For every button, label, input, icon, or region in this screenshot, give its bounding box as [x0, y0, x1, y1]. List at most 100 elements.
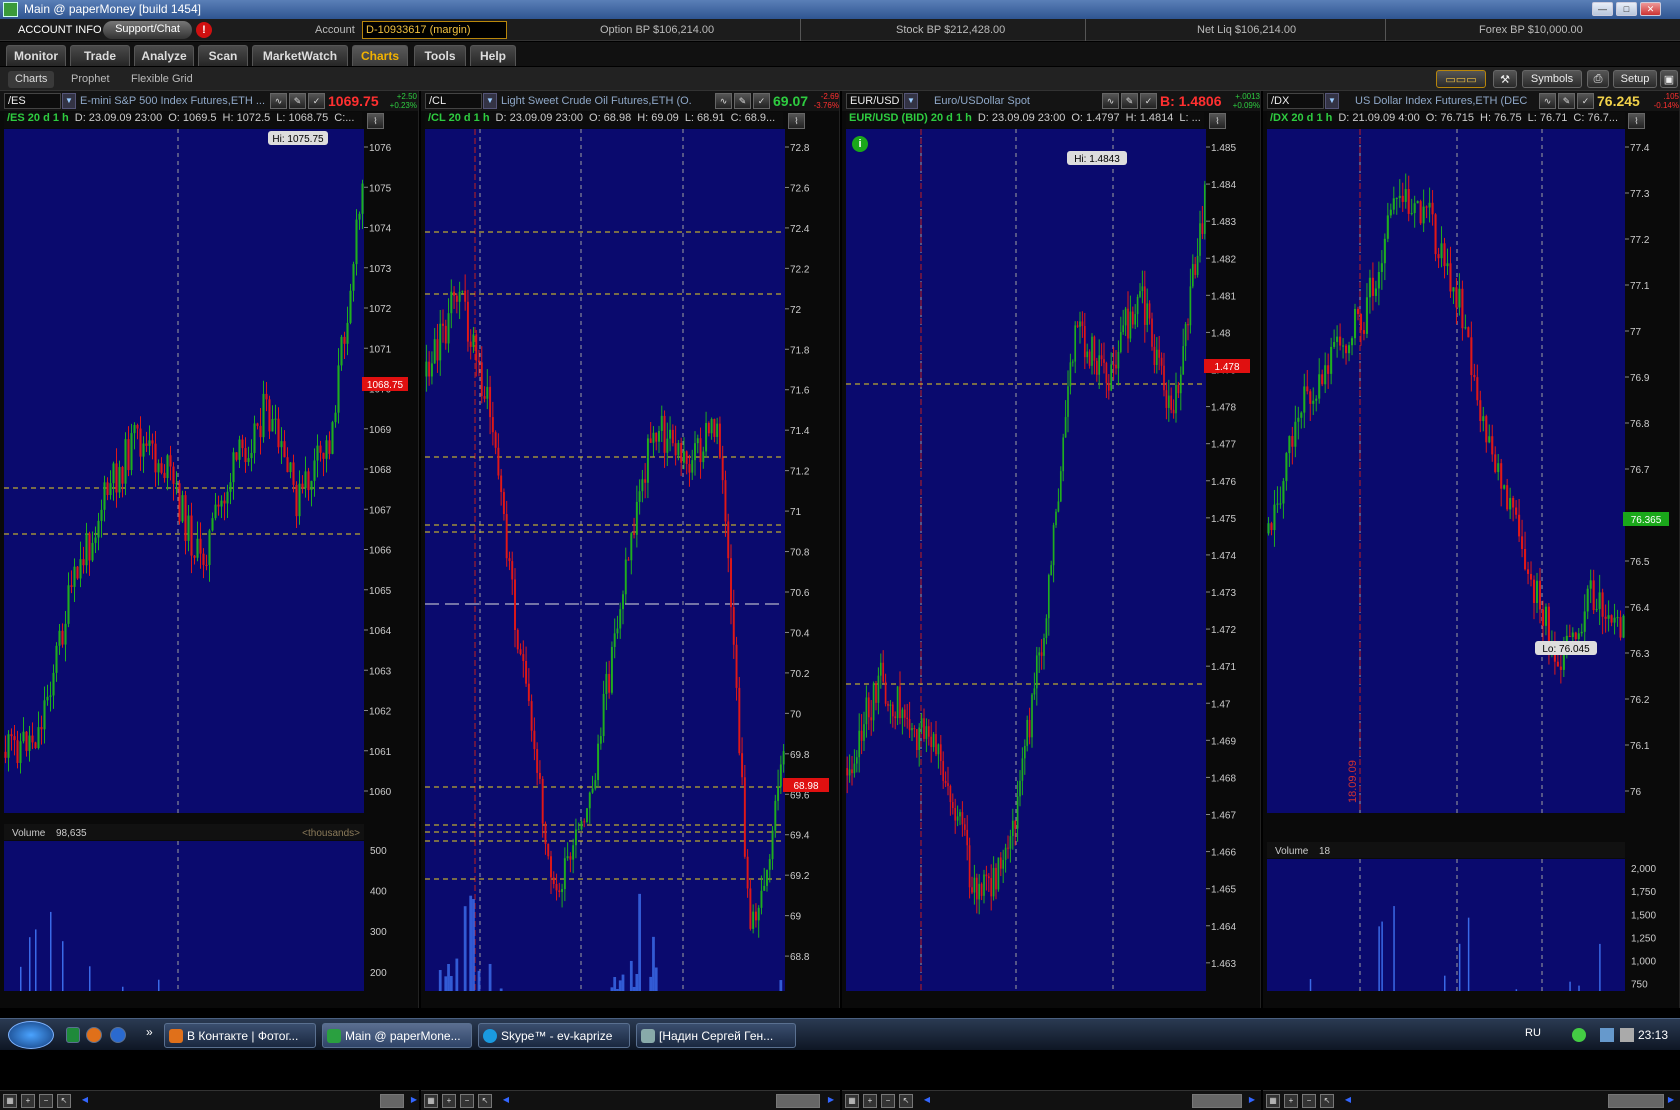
title-bar: Main @ paperMoney [build 1454] — □ ✕	[0, 0, 1680, 19]
task-skype[interactable]: Skype™ - ev-kaprize	[478, 1023, 630, 1048]
candle-body	[489, 386, 492, 418]
pointer-icon[interactable]: ↖	[57, 1094, 71, 1108]
candle-body	[61, 630, 64, 645]
firefox-icon[interactable]	[86, 1027, 102, 1043]
task-main-papermoney[interactable]: Main @ paperMone...	[322, 1023, 472, 1048]
candle-body	[1407, 189, 1410, 214]
zoom-in-icon[interactable]: +	[1284, 1094, 1298, 1108]
scroll-left-icon[interactable]: ◀	[920, 1094, 934, 1108]
scrollbar-thumb[interactable]	[380, 1094, 404, 1108]
candle-body	[500, 475, 503, 493]
scroll-right-icon[interactable]: ▶	[1664, 1094, 1678, 1108]
symbols-button[interactable]: Symbols	[1522, 70, 1582, 88]
zoom-out-icon[interactable]: −	[460, 1094, 474, 1108]
candle-body	[580, 821, 583, 830]
candle-body	[944, 780, 947, 784]
wrench-icon[interactable]: ⚒	[1493, 70, 1517, 88]
subtab-charts[interactable]: Charts	[8, 71, 55, 88]
grid-icon[interactable]: ▦	[845, 1094, 859, 1108]
tab-trade[interactable]: Trade	[70, 45, 130, 66]
volume-bar	[610, 987, 614, 991]
candle-body	[271, 419, 274, 432]
scrollbar-thumb[interactable]	[776, 1094, 820, 1108]
zoom-in-icon[interactable]: +	[442, 1094, 456, 1108]
grid-icon[interactable]: ▦	[3, 1094, 17, 1108]
price-tick-label: 71.4	[790, 426, 810, 437]
price-tick-label: 1068	[369, 465, 392, 476]
quicklaunch-icon[interactable]	[66, 1027, 80, 1043]
pointer-icon[interactable]: ↖	[478, 1094, 492, 1108]
candle-body	[1007, 847, 1009, 849]
candlestick-chart[interactable]: 77.477.377.277.17776.976.876.776.676.576…	[1263, 91, 1680, 991]
candle-body	[1610, 615, 1613, 623]
tab-tools[interactable]: Tools	[414, 45, 466, 66]
candle-body	[1356, 308, 1360, 315]
scroll-left-icon[interactable]: ◀	[499, 1094, 513, 1108]
zoom-out-icon[interactable]: −	[39, 1094, 53, 1108]
zoom-in-icon[interactable]: +	[21, 1094, 35, 1108]
candlestick-chart[interactable]: 1.4851.4841.4831.4821.4811.481.4791.4781…	[842, 91, 1261, 991]
candle-body	[97, 520, 100, 538]
start-button[interactable]	[8, 1021, 54, 1049]
network-icon[interactable]	[1600, 1028, 1614, 1042]
task-chat[interactable]: [Надин Сергей Ген...	[636, 1023, 796, 1048]
tray-icon[interactable]	[1572, 1028, 1586, 1042]
scrollbar-thumb[interactable]	[1608, 1094, 1664, 1108]
ie-icon[interactable]	[110, 1027, 126, 1043]
volume-tick-label: 1,500	[1631, 910, 1656, 921]
volume-area	[4, 841, 364, 991]
scroll-right-icon[interactable]: ▶	[824, 1094, 838, 1108]
tab-monitor[interactable]: Monitor	[6, 45, 66, 66]
tab-marketwatch[interactable]: MarketWatch	[252, 45, 348, 66]
candle-body	[992, 867, 995, 897]
tab-scan[interactable]: Scan	[198, 45, 248, 66]
candlestick-chart[interactable]: 1076107510741073107210711070106910681067…	[0, 91, 419, 991]
detach-icon[interactable]: ▣	[1660, 70, 1678, 88]
candle-body	[1076, 325, 1079, 327]
zoom-out-icon[interactable]: −	[881, 1094, 895, 1108]
tab-analyze[interactable]: Analyze	[134, 45, 194, 66]
close-button[interactable]: ✕	[1640, 2, 1661, 16]
language-indicator[interactable]: RU	[1525, 1027, 1541, 1039]
grid-icon[interactable]: ▦	[1266, 1094, 1280, 1108]
candle-body	[1023, 745, 1026, 759]
scrollbar-thumb[interactable]	[1192, 1094, 1242, 1108]
candle-body	[253, 423, 256, 454]
pointer-icon[interactable]: ↖	[1320, 1094, 1334, 1108]
candle-body	[671, 429, 674, 444]
grid-icon[interactable]: ▦	[424, 1094, 438, 1108]
candle-body	[633, 533, 636, 535]
alert-icon[interactable]: !	[196, 22, 212, 38]
candle-body	[903, 709, 906, 718]
scroll-right-icon[interactable]: ▶	[407, 1094, 421, 1108]
candle-body	[1170, 395, 1173, 410]
support-chat-button[interactable]: Support/Chat	[103, 21, 192, 39]
candle-body	[444, 325, 447, 344]
scroll-left-icon[interactable]: ◀	[78, 1094, 92, 1108]
tab-charts[interactable]: Charts	[352, 45, 408, 66]
volume-icon[interactable]	[1620, 1028, 1634, 1042]
account-select[interactable]: D-10933617 (margin)	[362, 21, 507, 39]
setup-button[interactable]: Setup	[1613, 70, 1657, 88]
chevron-right-icon[interactable]: »	[146, 1025, 153, 1039]
candle-body	[70, 585, 73, 587]
subtab-prophet[interactable]: Prophet	[64, 71, 117, 88]
subtab-flexible-grid[interactable]: Flexible Grid	[124, 71, 200, 88]
candle-body	[1389, 209, 1392, 216]
info-icon[interactable]: i	[852, 136, 868, 152]
candle-body	[1592, 580, 1595, 611]
candle-body	[322, 452, 325, 459]
maximize-button[interactable]: □	[1616, 2, 1637, 16]
task-vkontakte[interactable]: В Контакте | Фотог...	[164, 1023, 316, 1048]
zoom-out-icon[interactable]: −	[1302, 1094, 1316, 1108]
scroll-right-icon[interactable]: ▶	[1245, 1094, 1259, 1108]
account-info-label[interactable]: ACCOUNT INFO	[18, 24, 102, 36]
minimize-button[interactable]: —	[1592, 2, 1613, 16]
print-icon[interactable]: ⎙	[1587, 70, 1609, 88]
zoom-in-icon[interactable]: +	[863, 1094, 877, 1108]
scroll-left-icon[interactable]: ◀	[1341, 1094, 1355, 1108]
tab-help[interactable]: Help	[470, 45, 516, 66]
candlestick-chart[interactable]: 72.8 72.6 72.4 72.2 72 71.8 71.6 71.4 71.2 71 70.8…	[421, 91, 840, 991]
pointer-icon[interactable]: ↖	[899, 1094, 913, 1108]
grid-layout-button[interactable]: ▭▭▭	[1436, 70, 1486, 88]
